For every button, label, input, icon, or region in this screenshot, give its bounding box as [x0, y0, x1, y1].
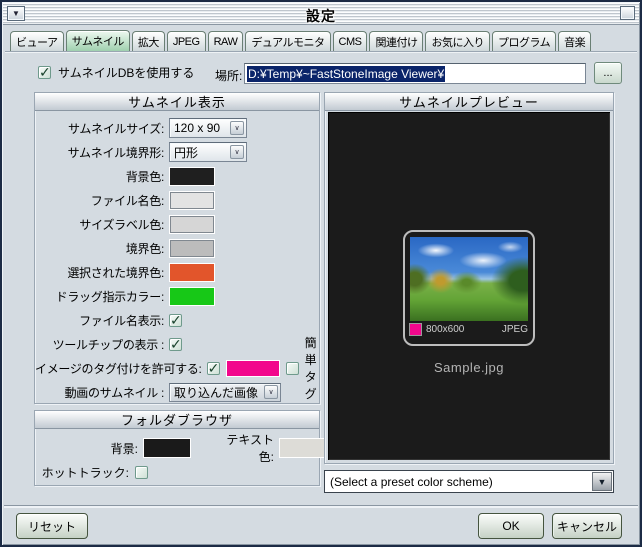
thumbnail-size-label: サムネイルサイズ:: [67, 121, 164, 136]
thumbnail-display-header: サムネイル表示: [35, 93, 319, 111]
thumbnail-info-strip: 800x600 JPEG: [410, 321, 528, 337]
folder-browser-header: フォルダブラウザ: [35, 411, 319, 429]
thumbnail-preview-header: サムネイルプレビュー: [325, 93, 613, 111]
location-value: D:¥Temp¥~FastStoneImage Viewer¥: [247, 65, 446, 82]
drag-color-swatch[interactable]: [170, 287, 214, 305]
selected-border-color-swatch[interactable]: [170, 263, 214, 281]
reset-button[interactable]: リセット: [16, 513, 88, 539]
thumbnail-size-select[interactable]: 120 x 90 ∨: [169, 118, 247, 138]
folder-text-color-swatch[interactable]: [280, 439, 324, 457]
thumbnail-photo: [410, 237, 528, 321]
thumbnail-size-row: サムネイルサイズ: 120 x 90 ∨: [35, 116, 319, 140]
chevron-down-icon[interactable]: ∨: [230, 145, 244, 159]
border-color-row: 境界色:: [35, 236, 319, 260]
background-color-row: 背景色:: [35, 164, 319, 188]
tooltip-checkbox[interactable]: [169, 336, 182, 353]
border-color-label: 境界色:: [125, 241, 164, 256]
tab-jpeg[interactable]: JPEG: [166, 31, 206, 51]
thumbnail-filename: Sample.jpg: [433, 360, 505, 375]
window-title: 設定: [306, 8, 336, 24]
tab-zoom[interactable]: 拡大: [131, 31, 165, 51]
show-filename-checkbox[interactable]: [169, 312, 182, 329]
size-label-color-swatch[interactable]: [170, 215, 214, 233]
tab-underline: [5, 51, 637, 53]
allow-tagging-label: イメージのタグ付けを許可する:: [35, 361, 202, 376]
border-shape-row: サムネイル境界形: 円形 ∨: [35, 140, 319, 164]
simple-tag-label: 簡単タグ: [304, 336, 317, 401]
selected-border-color-row: 選択された境界色:: [35, 260, 319, 284]
drag-color-label: ドラッグ指示カラー:: [55, 289, 165, 304]
thumbnail-db-row: サムネイルDBを使用する 場所: D:¥Temp¥~FastStoneImage…: [2, 60, 640, 84]
selected-border-color-label: 選択された境界色:: [67, 265, 164, 280]
hot-track-checkbox[interactable]: [135, 465, 148, 479]
tab-favorites[interactable]: お気に入り: [425, 31, 490, 51]
show-filename-label: ファイル名表示:: [79, 313, 164, 328]
ok-button[interactable]: OK: [478, 513, 544, 539]
filename-color-row: ファイル名色:: [35, 188, 319, 212]
bottom-separator: [4, 505, 638, 508]
background-color-label: 背景色:: [125, 169, 164, 184]
tab-music[interactable]: 音楽: [558, 31, 592, 51]
folder-browser-group: フォルダブラウザ 背景: テキスト色: ホットトラック:: [34, 410, 325, 486]
browse-button[interactable]: ...: [594, 62, 622, 84]
video-thumbnail-select[interactable]: 取り込んだ画像 ∨: [169, 382, 281, 402]
drag-color-row: ドラッグ指示カラー:: [35, 284, 319, 308]
location-label: 場所:: [215, 69, 243, 83]
folder-bg-label: 背景:: [110, 441, 138, 456]
color-scheme-select[interactable]: (Select a preset color scheme) ▼: [324, 470, 614, 493]
thumbnail-preview-group: サムネイルプレビュー 800x600 JPEG Sample.jpg: [324, 92, 614, 464]
border-color-swatch[interactable]: [170, 239, 214, 257]
tab-viewer[interactable]: ビューア: [10, 31, 64, 51]
tab-thumbnail[interactable]: サムネイル: [65, 30, 130, 51]
titlebar: ▼ 設定: [3, 3, 639, 25]
hot-track-label: ホットトラック:: [41, 465, 129, 480]
border-shape-label: サムネイル境界形:: [67, 145, 165, 160]
tab-bar: ビューア サムネイル 拡大 JPEG RAW デュアルモニタ CMS 関連付け …: [10, 30, 632, 51]
border-shape-select[interactable]: 円形 ∨: [169, 142, 247, 162]
thumbnail-card[interactable]: 800x600 JPEG: [403, 230, 535, 346]
preview-area: 800x600 JPEG Sample.jpg: [328, 112, 610, 460]
tab-associations[interactable]: 関連付け: [369, 31, 424, 51]
tooltip-label: ツールチップの表示 :: [52, 337, 165, 352]
video-thumbnail-row: 動画のサムネイル : 取り込んだ画像 ∨: [35, 380, 319, 404]
settings-dialog: ▼ 設定 ビューア サムネイル 拡大 JPEG RAW デュアルモニタ CMS …: [0, 0, 642, 547]
close-button[interactable]: [620, 6, 635, 20]
folder-bg-color-swatch[interactable]: [144, 439, 190, 457]
folder-text-color-label: テキスト色:: [226, 433, 274, 464]
thumbnail-display-group: サムネイル表示 サムネイルサイズ: 120 x 90 ∨ サムネイル境界形: 円…: [34, 92, 320, 404]
tag-indicator: [410, 323, 421, 335]
allow-tagging-checkbox[interactable]: [206, 360, 220, 377]
filename-color-swatch[interactable]: [170, 191, 214, 209]
chevron-down-icon[interactable]: ∨: [264, 385, 278, 399]
tab-cms[interactable]: CMS: [332, 31, 368, 51]
chevron-down-icon[interactable]: ∨: [230, 121, 244, 135]
size-label-color-label: サイズラベル色:: [79, 217, 164, 232]
tag-color-swatch[interactable]: [226, 360, 279, 376]
folder-colors-row: 背景: テキスト色:: [35, 433, 325, 464]
image-tagging-row: イメージのタグ付けを許可する: 簡単タグ: [35, 336, 319, 401]
background-color-swatch[interactable]: [170, 167, 214, 185]
tab-dual-monitor[interactable]: デュアルモニタ: [245, 31, 331, 51]
cancel-button[interactable]: キャンセル: [552, 513, 622, 539]
chevron-down-icon[interactable]: ▼: [592, 472, 612, 491]
use-thumbnail-db-label: サムネイルDBを使用する: [58, 66, 195, 80]
format-label: JPEG: [501, 323, 528, 335]
video-thumbnail-label: 動画のサムネイル :: [64, 385, 165, 400]
show-filename-row: ファイル名表示:: [35, 308, 319, 332]
simple-tag-checkbox[interactable]: [285, 361, 299, 375]
dimensions-label: 800x600: [426, 323, 465, 335]
tab-programs[interactable]: プログラム: [491, 31, 557, 51]
location-input[interactable]: D:¥Temp¥~FastStoneImage Viewer¥: [244, 63, 586, 84]
tab-raw[interactable]: RAW: [207, 31, 244, 51]
filename-color-label: ファイル名色:: [90, 193, 165, 208]
use-thumbnail-db-checkbox[interactable]: [38, 64, 51, 81]
size-label-color-row: サイズラベル色:: [35, 212, 319, 236]
